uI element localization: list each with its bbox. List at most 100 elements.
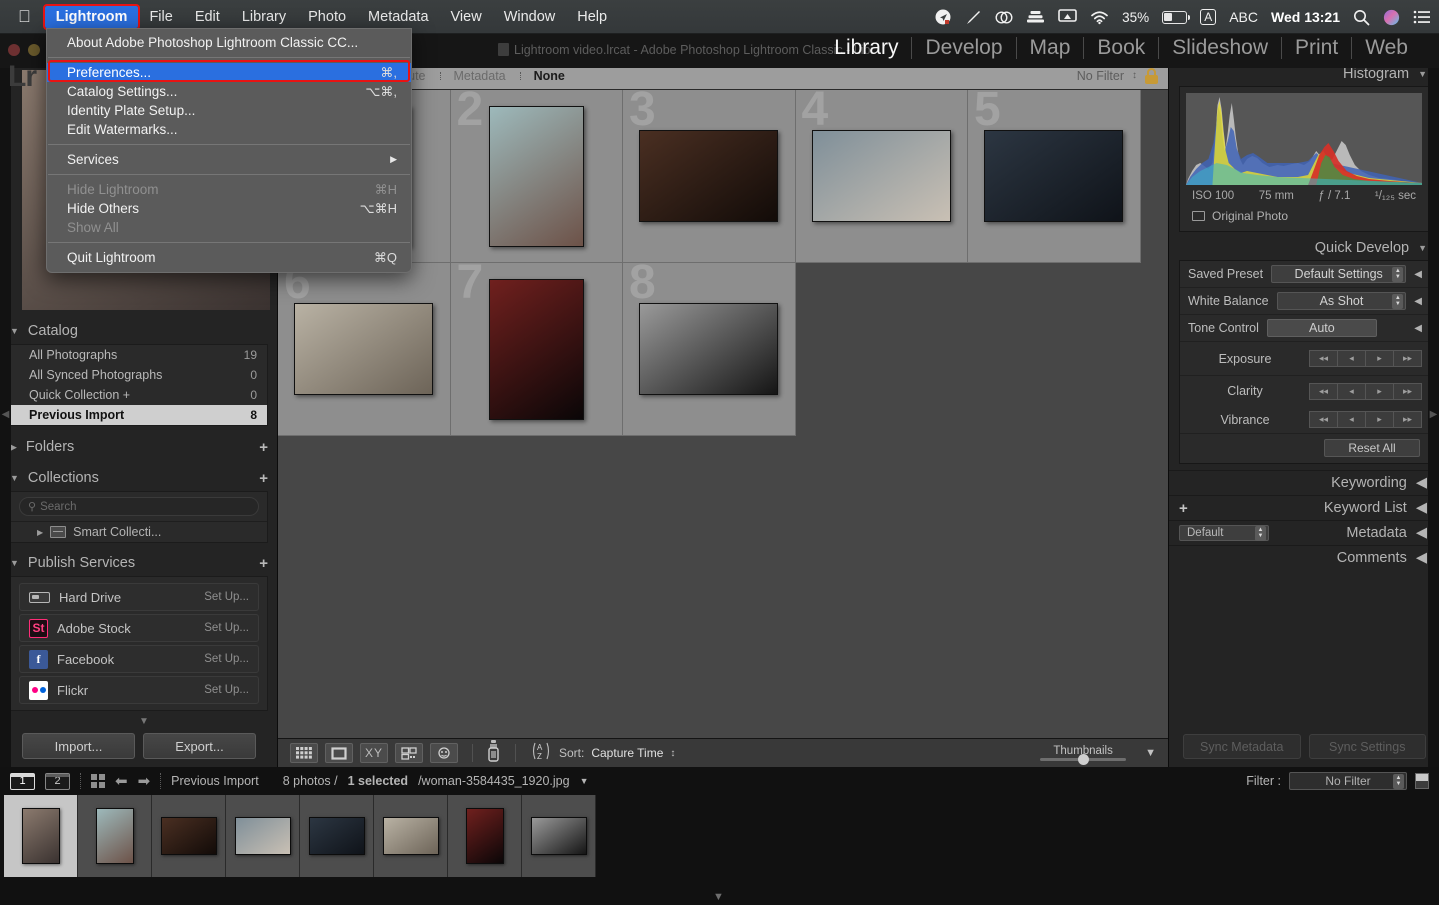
filmstrip-thumbnail[interactable] [530, 817, 587, 855]
collapse-arrow-icon[interactable]: ◀ [1414, 296, 1422, 307]
filmstrip-cell[interactable] [226, 795, 300, 877]
catalog-row[interactable]: All Photographs 19 [11, 345, 267, 365]
menu-item-hide-others[interactable]: Hide Others ⌥⌘H [47, 199, 411, 218]
compare-view-icon[interactable]: XY [360, 743, 388, 763]
menu-item-identity-plate-setup[interactable]: Identity Plate Setup... [47, 101, 411, 120]
grid-thumbnail[interactable] [811, 130, 951, 222]
left-panel-toggle[interactable]: ◀ [0, 62, 11, 767]
filmstrip-collapse-arrow[interactable]: ▼ [713, 891, 724, 903]
grid-view-icon[interactable] [290, 743, 318, 763]
quick-develop-panel-header[interactable]: Quick Develop ▼ [1169, 236, 1439, 260]
exposure-decrease-small[interactable]: ◂ [1337, 350, 1366, 367]
grid-cell[interactable]: 7 [450, 259, 623, 436]
macos-menu-edit[interactable]: Edit [184, 6, 231, 28]
exposure-decrease-large[interactable]: ◂◂ [1309, 350, 1338, 367]
notification-center-icon[interactable] [1413, 10, 1431, 24]
wifi-icon[interactable] [1090, 10, 1109, 25]
auto-tone-button[interactable]: Auto [1266, 319, 1377, 337]
catalog-row[interactable]: Previous Import 8 [11, 405, 267, 425]
second-monitor-button[interactable]: 2 [45, 772, 70, 790]
input-source-label[interactable]: ABC [1229, 9, 1258, 25]
grid-cell[interactable]: 4 [795, 86, 968, 263]
folders-panel-header[interactable]: ▶ Folders + [0, 434, 278, 460]
catalog-row[interactable]: All Synced Photographs 0 [11, 365, 267, 385]
clarity-steppers[interactable]: ◂◂ ◂ ▸ ▸▸ [1308, 382, 1422, 400]
dropbox-icon[interactable] [1026, 9, 1045, 25]
add-collection-icon[interactable]: + [259, 470, 268, 487]
thumbnails-slider-knob[interactable] [1078, 754, 1090, 765]
filmstrip-filename[interactable]: /woman-3584435_1920.jpg [418, 774, 570, 788]
filmstrip-cell[interactable] [152, 795, 226, 877]
publish-service-row[interactable]: Flickr Set Up... [19, 676, 259, 704]
filmstrip-cell[interactable] [300, 795, 374, 877]
filmstrip-thumbnail[interactable] [382, 817, 439, 855]
macos-menu-metadata[interactable]: Metadata [357, 6, 439, 28]
macos-menu-view[interactable]: View [440, 6, 493, 28]
publish-service-setup-button[interactable]: Set Up... [204, 653, 249, 665]
filmstrip-filter-select[interactable]: No Filter ▲ ▼ [1289, 772, 1407, 790]
publish-service-setup-button[interactable]: Set Up... [204, 684, 249, 696]
grid-cell[interactable]: 8 [623, 259, 796, 436]
publish-service-setup-button[interactable]: Set Up... [204, 591, 249, 603]
smart-collections-row[interactable]: ▶ Smart Collecti... [11, 521, 267, 542]
siri-icon[interactable] [1383, 9, 1400, 26]
search-icon[interactable] [1353, 9, 1370, 26]
filmstrip-cell[interactable] [522, 795, 596, 877]
histogram-graph[interactable] [1186, 93, 1422, 185]
survey-view-icon[interactable] [395, 743, 423, 763]
grid-thumbnail[interactable] [294, 303, 434, 395]
thumbnails-slider-track[interactable] [1040, 754, 1127, 765]
grid-cell[interactable]: 6 [278, 259, 451, 436]
stepper-icon[interactable]: ▲ ▼ [1392, 266, 1404, 282]
filter-mode-metadata[interactable]: Metadata [439, 69, 520, 83]
catalog-panel-header[interactable]: ▼ Catalog [0, 318, 278, 344]
stepper-icon[interactable]: ▲ ▼ [1255, 525, 1266, 541]
module-library[interactable]: Library [821, 36, 911, 60]
module-book[interactable]: Book [1084, 36, 1158, 60]
white-balance-select[interactable]: As Shot ▲ ▼ [1276, 292, 1407, 310]
clarity-decrease-large[interactable]: ◂◂ [1308, 382, 1338, 400]
filmstrip-thumbnail[interactable] [234, 817, 291, 855]
exposure-increase-large[interactable]: ▸▸ [1393, 350, 1422, 367]
pen-icon[interactable] [965, 9, 982, 26]
lock-icon[interactable] [1145, 67, 1158, 84]
vibrance-steppers[interactable]: ◂◂ ◂ ▸ ▸▸ [1308, 411, 1422, 428]
filter-flag-icon[interactable] [1415, 773, 1429, 789]
macos-menu-library[interactable]: Library [231, 6, 297, 28]
vibrance-decrease-small[interactable]: ◂ [1336, 411, 1366, 428]
clock[interactable]: Wed 13:21 [1271, 9, 1340, 25]
module-web[interactable]: Web [1352, 36, 1421, 60]
sync-metadata-button[interactable]: Sync Metadata [1183, 734, 1301, 759]
filmstrip-thumbnail[interactable] [465, 808, 504, 864]
sort-az-icon[interactable]: AZ [530, 741, 552, 766]
right-panel-toggle[interactable]: ▶ [1428, 62, 1439, 767]
filmstrip-cell[interactable] [78, 795, 152, 877]
chevron-down-icon[interactable]: ▼ [1145, 747, 1156, 759]
module-map[interactable]: Map [1017, 36, 1084, 60]
stepper-icon[interactable]: ▲ ▼ [1393, 773, 1404, 789]
filmstrip-cell[interactable] [4, 795, 78, 877]
collapsed-panel-keyword-list[interactable]: + Keyword List ◀ [1169, 495, 1439, 520]
filter-mode-none[interactable]: None [519, 69, 579, 83]
menu-item-quit-lightroom[interactable]: Quit Lightroom ⌘Q [47, 248, 411, 267]
lightroom-app-menu[interactable]: About Adobe Photoshop Lightroom Classic … [46, 28, 412, 273]
arrow-right-icon[interactable]: ➡ [138, 772, 151, 790]
grid-thumbnail[interactable] [984, 130, 1124, 222]
vibrance-decrease-large[interactable]: ◂◂ [1308, 411, 1338, 428]
stepper-icon[interactable]: ▲ ▼ [1392, 293, 1404, 309]
input-source-icon[interactable]: A [1200, 9, 1217, 25]
macos-menu-help[interactable]: Help [566, 6, 618, 28]
menu-item-catalog-settings[interactable]: Catalog Settings... ⌥⌘, [47, 82, 411, 101]
menu-item-services[interactable]: Services ▶ [47, 150, 411, 169]
main-monitor-button[interactable]: 1 [10, 772, 35, 790]
collapsed-panel-keywording[interactable]: Keywording ◀ [1169, 470, 1439, 495]
collections-search-input[interactable]: ⚲ Search [19, 497, 259, 516]
battery-icon[interactable] [1162, 10, 1191, 24]
plus-icon[interactable]: + [1179, 500, 1188, 517]
spray-can-icon[interactable] [487, 739, 501, 767]
add-publish-service-icon[interactable]: + [259, 555, 268, 572]
filmstrip-thumbnail[interactable] [21, 808, 60, 864]
module-picker[interactable]: Library Develop Map Book Slideshow Print Web [821, 36, 1421, 60]
filmstrip-thumbnail[interactable] [160, 817, 217, 855]
macos-menu-window[interactable]: Window [493, 6, 567, 28]
